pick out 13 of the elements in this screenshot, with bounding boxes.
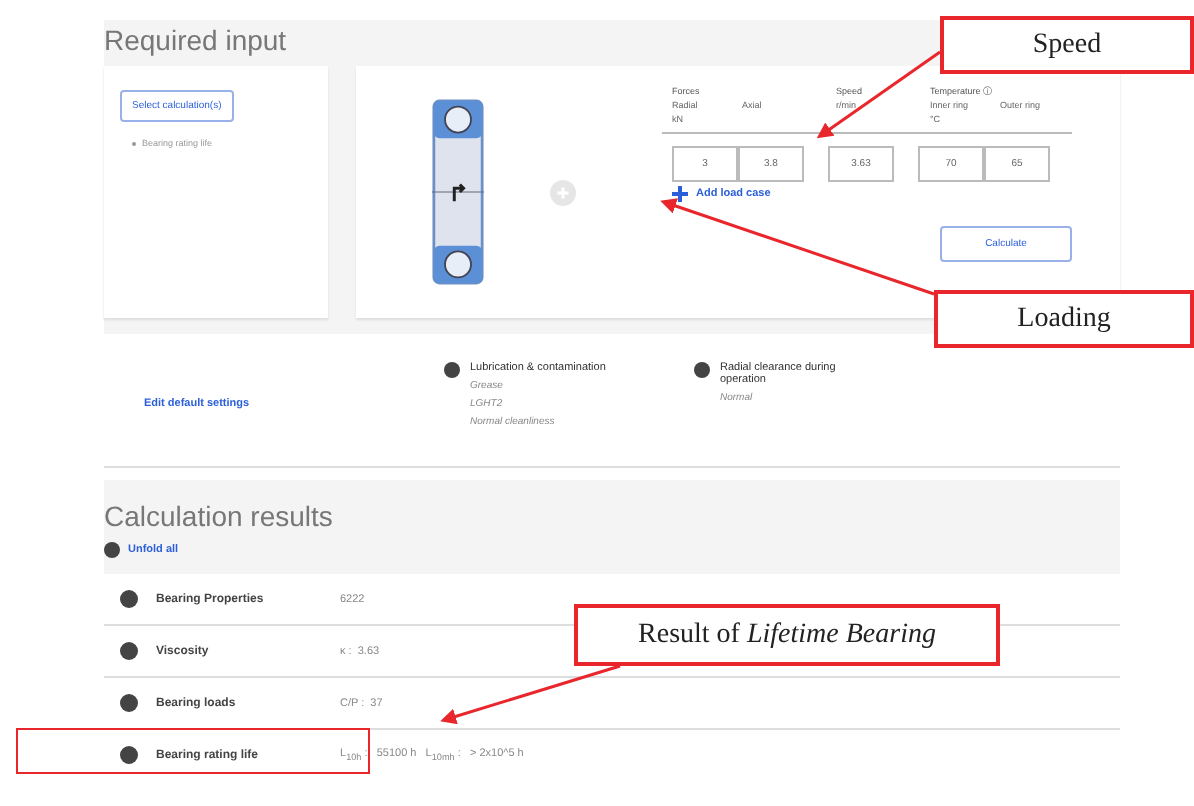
callout-label: Speed [940,16,1194,74]
callout-label: Loading [934,290,1194,348]
result-icon [120,590,138,608]
result-icon [120,642,138,660]
result-icon [120,746,138,764]
unfold-icon[interactable] [104,542,120,558]
info-icon [444,362,460,378]
section-title: Required input [104,24,287,56]
info-icon [694,362,710,378]
callout-label: Result of Lifetime Bearing [574,604,1000,666]
plus-icon[interactable] [672,186,688,202]
section-title: Calculation results [104,500,333,532]
result-icon [120,694,138,712]
